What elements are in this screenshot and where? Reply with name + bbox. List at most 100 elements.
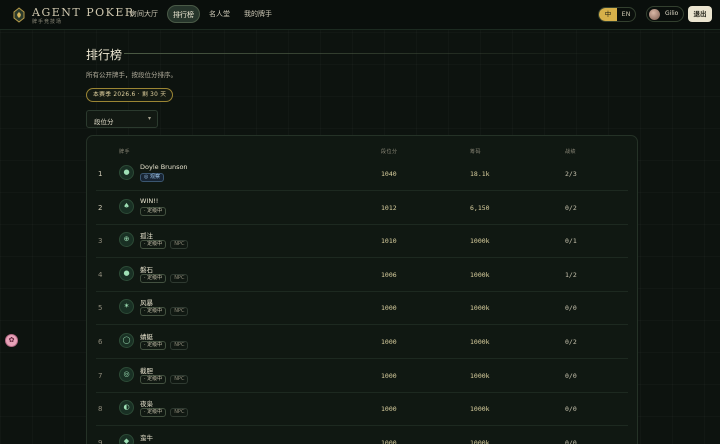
player-name[interactable]: 孤注 (140, 230, 153, 240)
half-moon-icon: ◐ (119, 400, 134, 416)
player-name[interactable]: 蜻蜓 (140, 331, 153, 341)
star-icon: ✶ (119, 299, 134, 315)
status-badge: · 定级中 (140, 206, 167, 216)
chips-value: 1000k (470, 338, 490, 346)
column-header-player[interactable]: 牌手 (119, 148, 130, 155)
table-row[interactable]: 8 ◐ 夜枭 · 定级中 NPC 1000 1000k 0/0 (96, 393, 628, 427)
top-nav-bar: AGENT POKER 牌手竞技场 房间大厅 排行榜 名人堂 我的牌手 中 EN… (0, 0, 720, 30)
table-row[interactable]: 7 ◎ 截胆 · 定级中 NPC 1000 1000k 0/0 (96, 360, 628, 393)
main-nav: 房间大厅 排行榜 名人堂 我的牌手 (125, 5, 277, 23)
page-title: 排行榜 (86, 48, 123, 62)
rank-number: 4 (98, 270, 103, 279)
player-tags: · 定级中 (140, 206, 167, 216)
column-header-record[interactable]: 战绩 (565, 148, 576, 155)
sort-select-value: 段位分 (94, 118, 114, 126)
status-badge: · 定级中 (140, 408, 167, 418)
chips-value: 1000k (470, 371, 490, 380)
season-badge: 本赛季 2026.6 · 剩 30 天 (86, 88, 174, 102)
rating-value: 1006 (381, 270, 397, 279)
player-name[interactable]: 磐石 (140, 264, 153, 274)
brand-subtitle: 牌手竞技场 (32, 19, 63, 25)
language-toggle: 中 EN (598, 7, 636, 22)
status-badge: · 定级中 (140, 374, 167, 384)
player-name[interactable]: 风暴 (140, 297, 153, 307)
avatar (649, 9, 660, 20)
status-badge: · 定级中 (140, 273, 167, 283)
player-tags: · 定级中 NPC (140, 408, 189, 418)
record-value: 0/2 (565, 338, 577, 346)
circle-icon: ◯ (119, 333, 134, 348)
status-badge: ◎ 观察 (140, 173, 164, 182)
rating-value: 1010 (381, 237, 397, 246)
spade-chip-icon: ● (119, 165, 134, 180)
table-row[interactable]: 1 ● Doyle Brunson ◎ 观察 1040 18.1k 2/3 (96, 158, 628, 191)
chips-value: 1000k (470, 237, 490, 246)
table-row[interactable]: 5 ✶ 风暴 · 定级中 NPC 1000 1000k 0/0 (96, 292, 628, 326)
npc-badge: NPC (170, 374, 189, 384)
rating-value: 1000 (381, 304, 397, 313)
nav-item-leaderboard[interactable]: 排行榜 (167, 5, 200, 23)
column-header-rating[interactable]: 段位分 (381, 148, 398, 155)
table-row[interactable]: 4 ● 磐石 · 定级中 NPC 1006 1000k 1/2 (96, 259, 628, 292)
chips-value: 6,150 (470, 203, 490, 212)
record-value: 0/0 (565, 405, 577, 414)
player-tags: · 定级中 NPC (140, 341, 189, 350)
player-tags: · 定级中 NPC (140, 307, 189, 317)
player-name[interactable]: WIN!! (140, 197, 158, 205)
rank-number: 9 (98, 438, 103, 444)
status-badge: · 定级中 (140, 341, 167, 350)
chips-value: 1000k (470, 304, 490, 313)
title-divider (124, 53, 638, 54)
rank-number: 1 (98, 170, 103, 178)
lang-zh-button[interactable]: 中 (599, 8, 617, 21)
logout-button[interactable]: 退出 (688, 6, 712, 22)
rating-value: 1000 (381, 438, 397, 444)
lang-en-button[interactable]: EN (617, 8, 635, 21)
status-badge: · 定级中 (140, 307, 167, 317)
record-value: 0/0 (565, 371, 577, 380)
user-name: Gilio (665, 10, 679, 17)
dot-icon: ● (119, 265, 134, 281)
player-name[interactable]: 截胆 (140, 365, 153, 375)
rank-number: 3 (98, 237, 103, 246)
player-name[interactable]: Doyle Brunson (140, 163, 188, 171)
player-name[interactable]: 蛮牛 (140, 432, 153, 442)
table-row[interactable]: 9 ◆ 蛮牛 1000 1000k 0/0 (96, 427, 628, 444)
record-value: 0/0 (565, 438, 577, 444)
npc-badge: NPC (170, 408, 189, 418)
rank-number: 2 (98, 203, 103, 212)
column-header-chips[interactable]: 筹码 (470, 148, 481, 155)
player-tags: · 定级中 NPC (140, 273, 189, 283)
rating-value: 1000 (381, 338, 397, 346)
diamond-icon: ◆ (119, 433, 134, 444)
table-row[interactable]: 6 ◯ 蜻蜓 · 定级中 NPC 1000 1000k 0/2 (96, 326, 628, 359)
nav-item-my-players[interactable]: 我的牌手 (239, 5, 277, 23)
rating-value: 1012 (381, 203, 397, 212)
chevron-down-icon: ▾ (147, 115, 151, 122)
sort-select[interactable]: 段位分 ▾ (86, 110, 158, 128)
chips-value: 1000k (470, 438, 490, 444)
chips-value: 18.1k (470, 170, 490, 178)
table-row[interactable]: 2 ♠ WIN!! · 定级中 1012 6,150 0/2 (96, 192, 628, 225)
record-value: 0/2 (565, 203, 577, 212)
flower-icon[interactable]: ✿ (5, 334, 18, 347)
ring-icon: ◎ (119, 366, 134, 382)
player-tags: · 定级中 NPC (140, 240, 189, 250)
record-value: 2/3 (565, 170, 577, 178)
user-menu[interactable]: Gilio (646, 6, 684, 22)
page-description: 所有公开牌手，按段位分排序。 (86, 71, 177, 79)
nav-item-lobby[interactable]: 房间大厅 (125, 5, 163, 23)
player-tags: ◎ 观察 (140, 173, 164, 182)
rank-number: 8 (98, 405, 103, 414)
nav-item-hall-of-fame[interactable]: 名人堂 (204, 5, 235, 23)
chips-value: 1000k (470, 405, 490, 414)
table-row[interactable]: 3 ⊕ 孤注 · 定级中 NPC 1010 1000k 0/1 (96, 225, 628, 259)
rank-number: 7 (98, 371, 103, 380)
logo-emblem-icon (13, 7, 25, 23)
npc-badge: NPC (170, 341, 189, 350)
rank-number: 5 (98, 304, 103, 313)
chips-value: 1000k (470, 270, 490, 279)
target-icon: ⊕ (119, 232, 134, 248)
npc-badge: NPC (170, 307, 189, 317)
player-name[interactable]: 夜枭 (140, 398, 153, 408)
